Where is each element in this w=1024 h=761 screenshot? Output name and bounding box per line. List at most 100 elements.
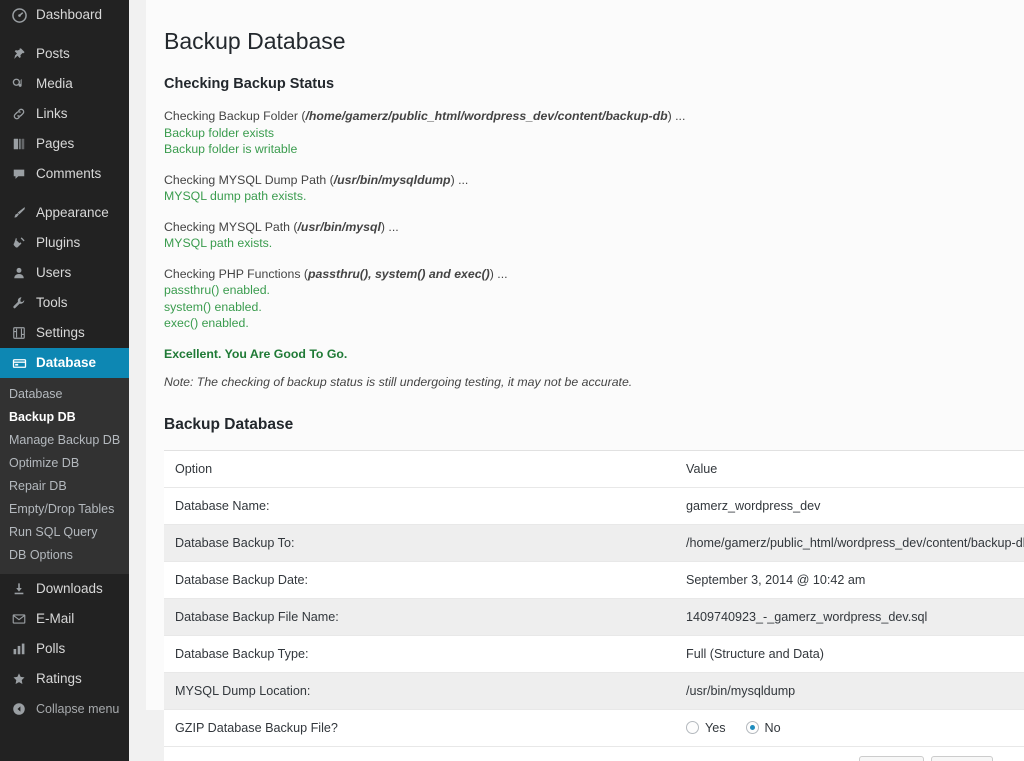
column-header-value: Value [675, 450, 1024, 488]
dashboard-icon [9, 5, 29, 25]
sidebar-item-label: Settings [36, 325, 85, 340]
sidebar-item-links[interactable]: Links [0, 99, 129, 129]
sidebar-item-label: Database [36, 355, 97, 370]
row-option-value: /home/gamerz/public_html/wordpress_dev/c… [675, 524, 1024, 562]
submenu-item-manage-backup-db[interactable]: Manage Backup DB [0, 429, 129, 452]
sidebar-item-users[interactable]: Users [0, 258, 129, 288]
status-result-line: MYSQL path exists. [164, 236, 273, 250]
table-row: Database Backup To: /home/gamerz/public_… [164, 524, 1024, 562]
row-option-label: MYSQL Dump Location: [164, 672, 675, 710]
check-path: /usr/bin/mysqldump [333, 172, 451, 187]
collapse-menu-button[interactable]: Collapse menu [0, 694, 129, 724]
sidebar-item-media[interactable]: Media [0, 69, 129, 99]
submenu-item-backup-db[interactable]: Backup DB [0, 406, 129, 429]
check-prefix: Checking MYSQL Dump Path ( [164, 172, 334, 187]
sidebar-item-dashboard[interactable]: Dashboard [0, 0, 129, 30]
column-header-option: Option [164, 450, 675, 488]
sidebar-separator [0, 189, 129, 198]
sidebar-separator [0, 30, 129, 39]
row-option-value: /usr/bin/mysqldump [675, 672, 1024, 710]
status-group: Checking PHP Functions (passthru(), syst… [164, 266, 1024, 332]
check-prefix: Checking Backup Folder ( [164, 109, 306, 123]
admin-screen: Dashboard Posts Media Links Pages Commen… [0, 0, 1024, 761]
gzip-yes-radio[interactable] [686, 721, 699, 734]
cancel-button[interactable]: Cancel [931, 755, 994, 761]
status-result-line: exec() enabled. [164, 316, 249, 330]
backup-options-table: Option Value Database Name: gamerz_wordp… [164, 449, 1024, 761]
sidebar-item-email[interactable]: E-Mail [0, 604, 129, 634]
table-row-gzip: GZIP Database Backup File? Yes No [164, 709, 1024, 747]
submenu-item-repair-db[interactable]: Repair DB [0, 475, 129, 498]
sidebar-item-label: Plugins [36, 235, 81, 250]
final-status-line: Excellent. You Are Good To Go. [164, 346, 348, 361]
link-icon [9, 104, 29, 124]
admin-sidebar: Dashboard Posts Media Links Pages Commen… [0, 0, 129, 761]
sidebar-item-database[interactable]: Database [0, 348, 129, 378]
submenu-item-database[interactable]: Database [0, 383, 129, 406]
sidebar-item-comments[interactable]: Comments [0, 159, 129, 189]
backup-database-heading: Backup Database [164, 415, 294, 433]
status-group: Checking MYSQL Path (/usr/bin/mysql) ...… [164, 219, 1024, 252]
check-suffix: ) ... [380, 219, 399, 234]
row-option-label: Database Backup File Name: [164, 598, 675, 636]
sidebar-item-ratings[interactable]: Ratings [0, 664, 129, 694]
sidebar-item-label: Comments [36, 166, 102, 181]
sidebar-item-appearance[interactable]: Appearance [0, 198, 129, 228]
sidebar-submenu-database: Database Backup DB Manage Backup DB Opti… [0, 378, 129, 574]
sidebar-item-label: Downloads [36, 581, 103, 596]
submenu-item-run-sql-query[interactable]: Run SQL Query [0, 521, 129, 544]
backup-options-table-holder: Option Value Database Name: gamerz_wordp… [164, 449, 1024, 761]
row-option-label: Database Name: [164, 487, 675, 525]
status-check-line: Checking MYSQL Path (/usr/bin/mysql) ... [164, 219, 1024, 236]
check-path: /home/gamerz/public_html/wordpress_dev/c… [305, 109, 668, 123]
submenu-item-optimize-db[interactable]: Optimize DB [0, 452, 129, 475]
content-panel: Backup Database Checking Backup Status C… [146, 0, 1024, 761]
table-header-row: Option Value [164, 450, 1024, 488]
table-actions-cell: Backup Cancel [164, 746, 1024, 761]
status-group: Checking MYSQL Dump Path (/usr/bin/mysql… [164, 172, 1024, 205]
row-option-value: Yes No [675, 709, 1024, 747]
check-suffix: ) ... [450, 172, 469, 187]
table-row: Database Backup Date: September 3, 2014 … [164, 561, 1024, 599]
table-actions-row: Backup Cancel [164, 746, 1024, 761]
wrench-icon [9, 293, 29, 313]
sidebar-item-label: E-Mail [36, 611, 75, 626]
status-result-line: passthru() enabled. [164, 283, 270, 297]
sidebar-item-polls[interactable]: Polls [0, 634, 129, 664]
status-heading: Checking Backup Status [164, 76, 335, 92]
row-option-label: Database Backup To: [164, 524, 675, 562]
table-row: Database Backup File Name: 1409740923_-_… [164, 598, 1024, 636]
sidebar-item-label: Ratings [36, 671, 82, 686]
status-result-line: system() enabled. [164, 299, 262, 314]
row-option-value: Full (Structure and Data) [675, 635, 1024, 673]
gzip-yes-label[interactable]: Yes [705, 719, 726, 737]
sidebar-item-settings[interactable]: Settings [0, 318, 129, 348]
row-option-label: Database Backup Date: [164, 561, 675, 599]
gzip-no-label[interactable]: No [765, 719, 781, 737]
submenu-item-db-options[interactable]: DB Options [0, 544, 129, 567]
sidebar-item-pages[interactable]: Pages [0, 129, 129, 159]
sidebar-item-label: Dashboard [36, 7, 103, 22]
sidebar-item-label: Media [36, 76, 73, 91]
sidebar-item-label: Posts [36, 46, 70, 61]
row-option-value: gamerz_wordpress_dev [675, 487, 1024, 525]
comment-icon [9, 164, 29, 184]
collapse-icon [9, 699, 29, 719]
sidebar-item-tools[interactable]: Tools [0, 288, 129, 318]
check-suffix: ) ... [489, 266, 508, 281]
sidebar-item-label: Tools [36, 295, 68, 310]
sidebar-item-plugins[interactable]: Plugins [0, 228, 129, 258]
backup-button[interactable]: Backup [859, 755, 925, 761]
submenu-item-empty-drop-tables[interactable]: Empty/Drop Tables [0, 498, 129, 521]
star-icon [9, 669, 29, 689]
row-option-label: Database Backup Type: [164, 635, 675, 673]
row-option-value: 1409740923_-_gamerz_wordpress_dev.sql [675, 598, 1024, 636]
sidebar-item-label: Polls [36, 641, 66, 656]
table-row: Database Name: gamerz_wordpress_dev [164, 487, 1024, 525]
check-prefix: Checking PHP Functions ( [164, 266, 308, 281]
sidebar-item-posts[interactable]: Posts [0, 39, 129, 69]
bars-icon [9, 639, 29, 659]
sidebar-item-downloads[interactable]: Downloads [0, 574, 129, 604]
gzip-no-radio[interactable] [745, 721, 759, 734]
row-option-value: September 3, 2014 @ 10:42 am [675, 561, 1024, 599]
